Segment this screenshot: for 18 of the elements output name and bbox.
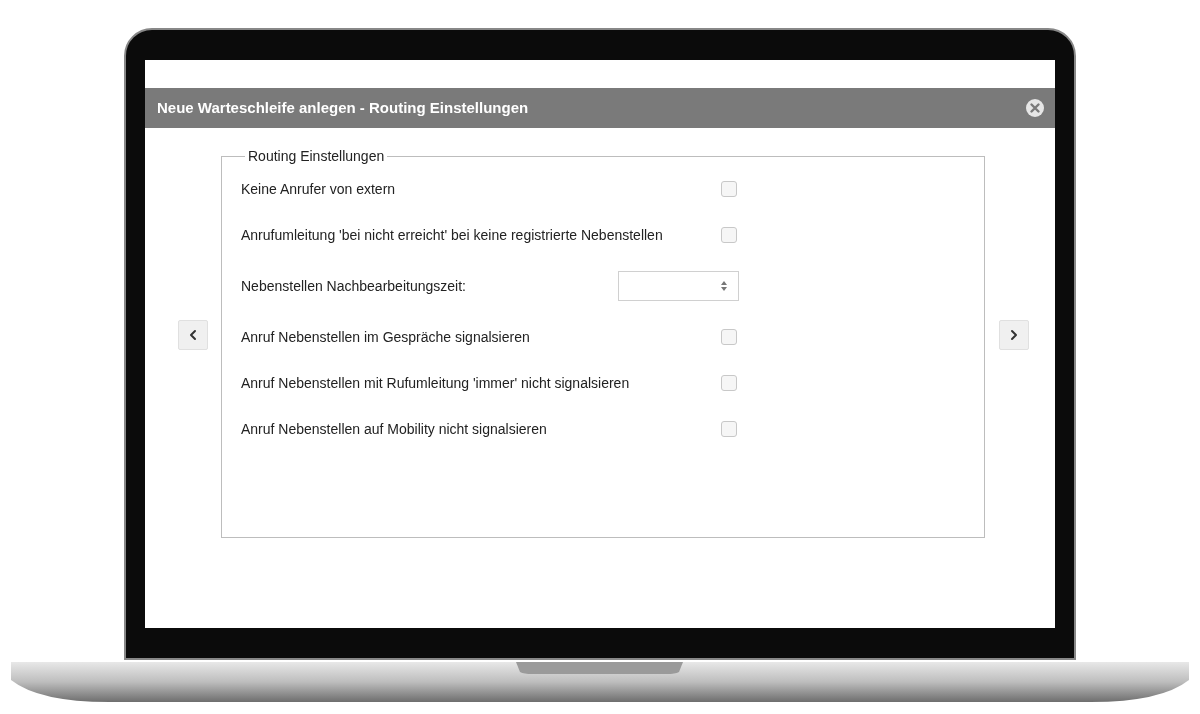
option-label: Anruf Nebenstellen im Gespräche signalsieren — [241, 328, 531, 347]
previous-button[interactable] — [178, 320, 208, 350]
field-label: Nebenstellen Nachbearbeitungszeit: — [241, 277, 467, 296]
spinner-icon[interactable] — [720, 280, 728, 292]
checkbox[interactable] — [721, 329, 737, 345]
option-label: Anruf Nebenstellen mit Rufumleitung 'immer' nicht signalsieren — [241, 374, 631, 393]
close-icon[interactable] — [1025, 98, 1045, 118]
number-input-field[interactable] — [618, 271, 739, 301]
checkbox[interactable] — [721, 181, 737, 197]
checkbox[interactable] — [721, 227, 737, 243]
option-label: Anruf Nebenstellen auf Mobility nicht signalsieren — [241, 420, 548, 439]
checkbox[interactable] — [721, 421, 737, 437]
next-button[interactable] — [999, 320, 1029, 350]
option-label: Keine Anrufer von extern — [241, 180, 397, 199]
dialog-title: Neue Warteschleife anlegen - Routing Einstellungen — [157, 97, 529, 118]
group-legend: Routing Einstellungen — [245, 146, 388, 167]
checkbox[interactable] — [721, 375, 737, 391]
option-label: Anrufumleitung 'bei nicht erreicht' bei keine registrierte Nebenstellen — [241, 226, 664, 245]
